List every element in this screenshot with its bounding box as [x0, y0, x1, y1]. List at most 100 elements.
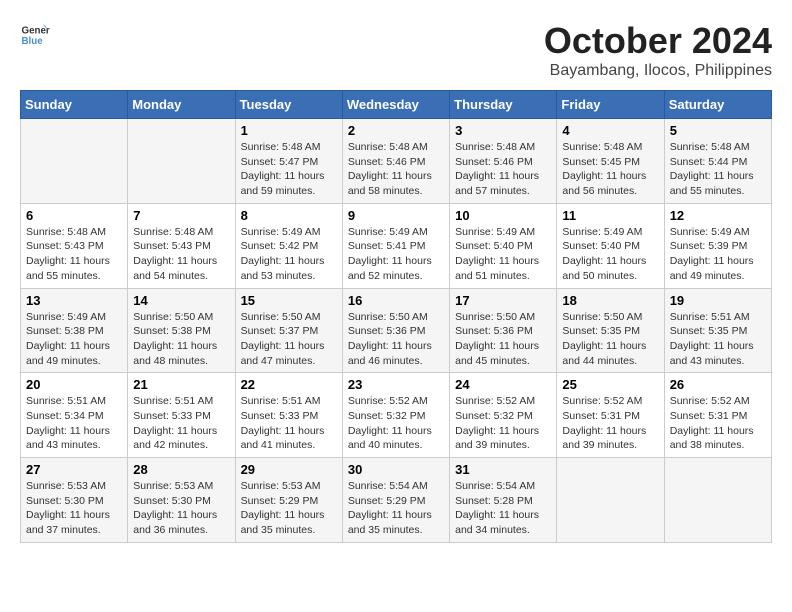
calendar-week-row: 20Sunrise: 5:51 AM Sunset: 5:34 PM Dayli… [21, 373, 772, 458]
day-info: Sunrise: 5:48 AM Sunset: 5:46 PM Dayligh… [455, 140, 551, 199]
calendar-day-cell: 11 Sunrise: 5:49 AM Sunset: 5:40 PM Dayli… [557, 203, 664, 288]
calendar-day-cell: 9 Sunrise: 5:49 AM Sunset: 5:41 PM Daylig… [342, 203, 449, 288]
calendar-day-cell: 15 Sunrise: 5:50 AM Sunset: 5:37 PM Dayli… [235, 288, 342, 373]
day-info: Sunrise: 5:52 AM Sunset: 5:32 PM Dayligh… [455, 394, 551, 453]
day-number: 5 [670, 123, 766, 138]
day-info: Sunrise: 5:49 AM Sunset: 5:41 PM Dayligh… [348, 225, 444, 284]
logo-icon: General Blue [20, 20, 50, 50]
day-number: 11 [562, 208, 658, 223]
calendar-day-cell: 24 Sunrise: 5:52 AM Sunset: 5:32 PM Dayli… [450, 373, 557, 458]
calendar-day-cell: 1 Sunrise: 5:48 AM Sunset: 5:47 PM Daylig… [235, 119, 342, 204]
weekday-header-cell: Tuesday [235, 91, 342, 119]
day-info: Sunrise: 5:51 AM Sunset: 5:33 PM Dayligh… [133, 394, 229, 453]
calendar-day-cell: 18 Sunrise: 5:50 AM Sunset: 5:35 PM Dayli… [557, 288, 664, 373]
day-number: 10 [455, 208, 551, 223]
day-number: 13 [26, 293, 122, 308]
svg-text:Blue: Blue [22, 36, 44, 47]
logo: General Blue [20, 20, 50, 50]
calendar-day-cell: 7Sunrise: 5:48 AM Sunset: 5:43 PM Daylig… [128, 203, 235, 288]
day-info: Sunrise: 5:51 AM Sunset: 5:33 PM Dayligh… [241, 394, 337, 453]
day-number: 12 [670, 208, 766, 223]
weekday-header-cell: Monday [128, 91, 235, 119]
day-info: Sunrise: 5:48 AM Sunset: 5:47 PM Dayligh… [241, 140, 337, 199]
day-info: Sunrise: 5:50 AM Sunset: 5:35 PM Dayligh… [562, 310, 658, 369]
calendar-day-cell: 5 Sunrise: 5:48 AM Sunset: 5:44 PM Daylig… [664, 119, 771, 204]
calendar-day-cell: 31 Sunrise: 5:54 AM Sunset: 5:28 PM Dayli… [450, 458, 557, 543]
calendar-day-cell: 13 Sunrise: 5:49 AM Sunset: 5:38 PM Dayli… [21, 288, 128, 373]
day-number: 1 [241, 123, 337, 138]
day-info: Sunrise: 5:53 AM Sunset: 5:29 PM Dayligh… [241, 479, 337, 538]
day-info: Sunrise: 5:49 AM Sunset: 5:42 PM Dayligh… [241, 225, 337, 284]
day-number: 4 [562, 123, 658, 138]
calendar-day-cell: 29 Sunrise: 5:53 AM Sunset: 5:29 PM Dayli… [235, 458, 342, 543]
calendar-day-cell: 23Sunrise: 5:52 AM Sunset: 5:32 PM Dayli… [342, 373, 449, 458]
day-number: 8 [241, 208, 337, 223]
day-number: 26 [670, 377, 766, 392]
day-info: Sunrise: 5:54 AM Sunset: 5:28 PM Dayligh… [455, 479, 551, 538]
day-info: Sunrise: 5:48 AM Sunset: 5:45 PM Dayligh… [562, 140, 658, 199]
location-title: Bayambang, Ilocos, Philippines [544, 62, 772, 80]
day-number: 18 [562, 293, 658, 308]
calendar-day-cell: 30 Sunrise: 5:54 AM Sunset: 5:29 PM Dayli… [342, 458, 449, 543]
day-number: 17 [455, 293, 551, 308]
weekday-header-cell: Friday [557, 91, 664, 119]
calendar-day-cell: 17Sunrise: 5:50 AM Sunset: 5:36 PM Dayli… [450, 288, 557, 373]
day-number: 21 [133, 377, 229, 392]
day-info: Sunrise: 5:49 AM Sunset: 5:40 PM Dayligh… [455, 225, 551, 284]
day-info: Sunrise: 5:49 AM Sunset: 5:40 PM Dayligh… [562, 225, 658, 284]
page-header: General Blue October 2024 Bayambang, Ilo… [20, 20, 772, 80]
day-number: 19 [670, 293, 766, 308]
day-info: Sunrise: 5:53 AM Sunset: 5:30 PM Dayligh… [133, 479, 229, 538]
weekday-header-cell: Thursday [450, 91, 557, 119]
weekday-header-row: SundayMondayTuesdayWednesdayThursdayFrid… [21, 91, 772, 119]
calendar-day-cell: 25Sunrise: 5:52 AM Sunset: 5:31 PM Dayli… [557, 373, 664, 458]
day-number: 31 [455, 462, 551, 477]
day-info: Sunrise: 5:50 AM Sunset: 5:36 PM Dayligh… [348, 310, 444, 369]
calendar-day-cell: 12Sunrise: 5:49 AM Sunset: 5:39 PM Dayli… [664, 203, 771, 288]
title-block: October 2024 Bayambang, Ilocos, Philippi… [544, 20, 772, 80]
calendar-day-cell: 19 Sunrise: 5:51 AM Sunset: 5:35 PM Dayli… [664, 288, 771, 373]
day-info: Sunrise: 5:51 AM Sunset: 5:35 PM Dayligh… [670, 310, 766, 369]
calendar-table: SundayMondayTuesdayWednesdayThursdayFrid… [20, 90, 772, 543]
day-number: 30 [348, 462, 444, 477]
day-number: 24 [455, 377, 551, 392]
weekday-header-cell: Sunday [21, 91, 128, 119]
day-info: Sunrise: 5:50 AM Sunset: 5:37 PM Dayligh… [241, 310, 337, 369]
day-number: 16 [348, 293, 444, 308]
day-info: Sunrise: 5:54 AM Sunset: 5:29 PM Dayligh… [348, 479, 444, 538]
day-info: Sunrise: 5:48 AM Sunset: 5:44 PM Dayligh… [670, 140, 766, 199]
day-info: Sunrise: 5:48 AM Sunset: 5:46 PM Dayligh… [348, 140, 444, 199]
calendar-day-cell: 8 Sunrise: 5:49 AM Sunset: 5:42 PM Daylig… [235, 203, 342, 288]
day-number: 23 [348, 377, 444, 392]
day-info: Sunrise: 5:48 AM Sunset: 5:43 PM Dayligh… [26, 225, 122, 284]
day-number: 29 [241, 462, 337, 477]
calendar-day-cell: 6 Sunrise: 5:48 AM Sunset: 5:43 PM Daylig… [21, 203, 128, 288]
day-info: Sunrise: 5:49 AM Sunset: 5:38 PM Dayligh… [26, 310, 122, 369]
calendar-day-cell: 21 Sunrise: 5:51 AM Sunset: 5:33 PM Dayli… [128, 373, 235, 458]
day-number: 2 [348, 123, 444, 138]
calendar-day-cell [21, 119, 128, 204]
calendar-day-cell: 28 Sunrise: 5:53 AM Sunset: 5:30 PM Dayli… [128, 458, 235, 543]
calendar-day-cell [664, 458, 771, 543]
weekday-header-cell: Saturday [664, 91, 771, 119]
calendar-week-row: 13 Sunrise: 5:49 AM Sunset: 5:38 PM Dayli… [21, 288, 772, 373]
calendar-day-cell: 27 Sunrise: 5:53 AM Sunset: 5:30 PM Dayli… [21, 458, 128, 543]
day-number: 28 [133, 462, 229, 477]
day-number: 7 [133, 208, 229, 223]
calendar-week-row: 6 Sunrise: 5:48 AM Sunset: 5:43 PM Daylig… [21, 203, 772, 288]
calendar-day-cell [557, 458, 664, 543]
day-number: 27 [26, 462, 122, 477]
weekday-header-cell: Wednesday [342, 91, 449, 119]
day-number: 15 [241, 293, 337, 308]
day-number: 14 [133, 293, 229, 308]
calendar-day-cell: 10 Sunrise: 5:49 AM Sunset: 5:40 PM Dayli… [450, 203, 557, 288]
calendar-body: 1 Sunrise: 5:48 AM Sunset: 5:47 PM Daylig… [21, 119, 772, 543]
calendar-day-cell [128, 119, 235, 204]
day-number: 9 [348, 208, 444, 223]
calendar-day-cell: 4 Sunrise: 5:48 AM Sunset: 5:45 PM Daylig… [557, 119, 664, 204]
calendar-day-cell: 22Sunrise: 5:51 AM Sunset: 5:33 PM Dayli… [235, 373, 342, 458]
day-info: Sunrise: 5:51 AM Sunset: 5:34 PM Dayligh… [26, 394, 122, 453]
day-number: 6 [26, 208, 122, 223]
calendar-week-row: 1 Sunrise: 5:48 AM Sunset: 5:47 PM Daylig… [21, 119, 772, 204]
day-info: Sunrise: 5:53 AM Sunset: 5:30 PM Dayligh… [26, 479, 122, 538]
